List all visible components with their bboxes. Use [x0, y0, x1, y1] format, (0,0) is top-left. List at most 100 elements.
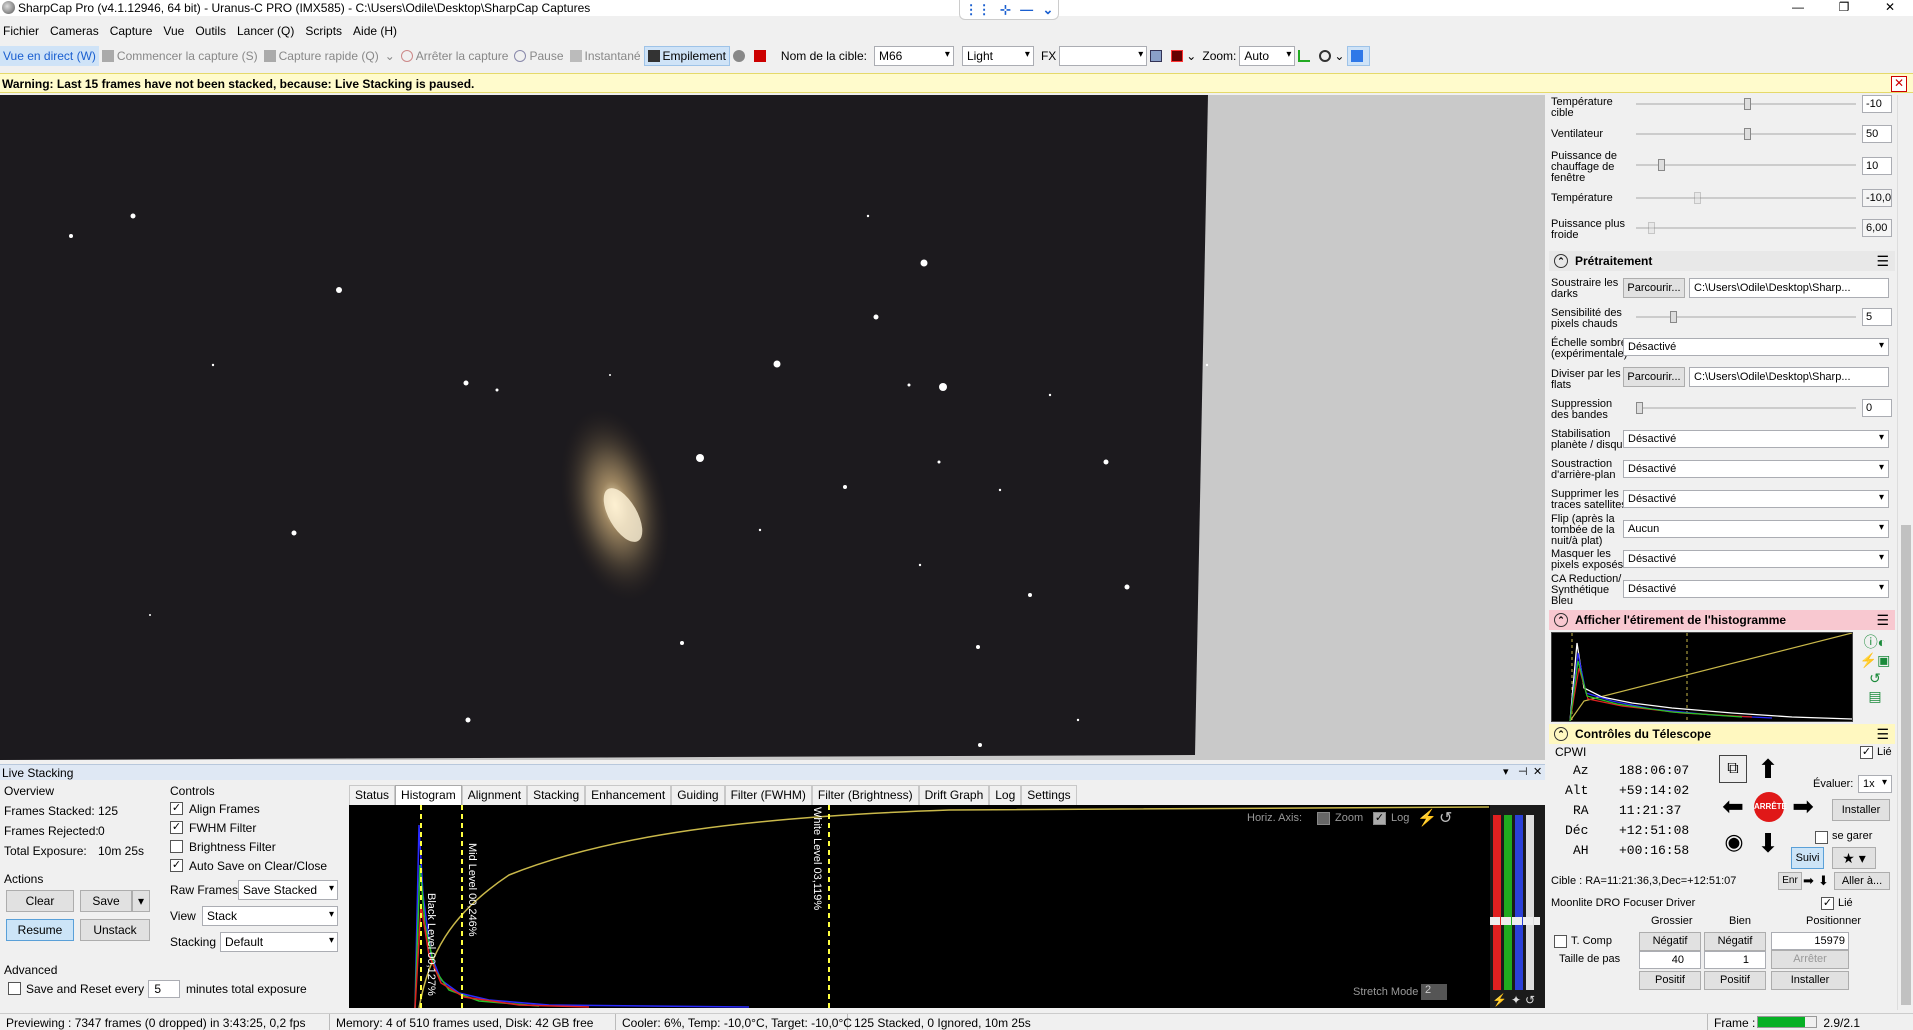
fine-step-input[interactable]: 1 — [1704, 951, 1766, 969]
resume-button[interactable]: Resume — [6, 919, 74, 941]
tracking-button[interactable]: Suivi — [1791, 847, 1824, 869]
stack-histogram[interactable]: Black Level 00,127% Mid Level 00,246% Wh… — [349, 805, 1511, 1008]
moon-button[interactable] — [730, 46, 751, 66]
arrow-right-icon[interactable]: ➡ — [1803, 873, 1814, 889]
auto-save-checkbox[interactable]: ✓ — [170, 859, 183, 872]
tab-log[interactable]: Log — [989, 785, 1022, 805]
scrollbar-thumb[interactable] — [1901, 525, 1911, 1005]
temperature-slider[interactable] — [1636, 192, 1856, 205]
menu-icon[interactable]: ☰ — [1876, 612, 1889, 629]
live-view-button[interactable]: Vue en direct (W) — [0, 46, 99, 66]
park-checkbox[interactable] — [1815, 831, 1828, 844]
coarse-step-input[interactable]: 40 — [1639, 951, 1701, 969]
stabilization-combo[interactable]: Désactivé — [1623, 430, 1889, 448]
hot-pixels-slider[interactable] — [1636, 311, 1856, 324]
darks-path[interactable]: C:\Users\Odile\Desktop\Sharp... — [1689, 278, 1889, 298]
fan-value[interactable]: 50 — [1862, 125, 1892, 143]
warning-close-button[interactable]: ✕ — [1891, 76, 1907, 92]
histogram-button[interactable] — [1295, 46, 1316, 66]
arrow-right-icon[interactable]: ➡ — [1789, 792, 1817, 820]
fwhm-filter-checkbox[interactable]: ✓ — [170, 821, 183, 834]
display-button[interactable] — [1147, 46, 1168, 66]
banding-value[interactable]: 0 — [1862, 399, 1892, 417]
histogram-tool-icons[interactable]: ⚡✦↺ — [1492, 993, 1539, 1007]
fine-positive-button[interactable]: Positif — [1704, 971, 1766, 990]
frame-type-combo[interactable]: Light — [961, 46, 1034, 66]
menu-icon[interactable]: ☰ — [1876, 726, 1889, 743]
menu-launch[interactable]: Lancer (Q) — [234, 24, 302, 38]
arrow-down-icon[interactable]: ⬇ — [1754, 829, 1782, 857]
mount-install-button[interactable]: Installer — [1832, 799, 1890, 821]
menu-icon[interactable]: ☰ — [1876, 253, 1889, 270]
arrow-up-icon[interactable]: ⬆ — [1754, 755, 1782, 783]
banding-slider[interactable] — [1636, 402, 1856, 415]
luminance-slider[interactable] — [1526, 815, 1534, 990]
close-icon[interactable]: ✕ — [1533, 765, 1542, 778]
close-button[interactable]: ✕ — [1867, 0, 1913, 16]
tab-histogram[interactable]: Histogram — [395, 785, 462, 805]
histogram-stretch-header[interactable]: ⌃ Afficher l'étirement de l'histogramme … — [1549, 610, 1895, 630]
chevron-down-icon[interactable]: ⌄ — [385, 49, 395, 63]
target-name-combo[interactable]: M66 — [873, 46, 954, 66]
coarse-negative-button[interactable]: Négatif — [1639, 932, 1701, 951]
maximize-button[interactable]: ❐ — [1821, 0, 1867, 16]
hot-pixels-value[interactable]: 5 — [1862, 308, 1892, 326]
histogram-stretch-tools[interactable]: ⓘ◐ ⚡▣ ↺ ▤ — [1857, 633, 1893, 721]
grid-icon[interactable]: ⋮⋮ — [965, 2, 991, 18]
raw-frames-combo[interactable]: Save Stacked — [238, 880, 338, 900]
tab-filter-fwhm[interactable]: Filter (FWHM) — [724, 785, 812, 805]
save-reset-input[interactable]: 5 — [148, 980, 180, 998]
stacking-combo[interactable]: Default — [220, 932, 338, 952]
pin-button[interactable] — [1347, 46, 1371, 66]
menu-file[interactable]: Fichier — [0, 24, 47, 38]
histogram-level-sliders[interactable]: ⚡✦↺ — [1490, 805, 1545, 1008]
tab-filter-brightness[interactable]: Filter (Brightness) — [811, 785, 919, 805]
collapse-icon[interactable]: ⌃ — [1554, 254, 1568, 268]
auto-stretch-icon[interactable]: ⚡ — [1417, 808, 1437, 828]
tab-status[interactable]: Status — [349, 785, 396, 805]
background-combo[interactable]: Désactivé — [1623, 460, 1889, 478]
right-panel-scrollbar[interactable] — [1897, 95, 1913, 1010]
brightness-filter-checkbox[interactable] — [170, 840, 183, 853]
tab-stacking[interactable]: Stacking — [527, 785, 586, 805]
pause-button[interactable]: Pause — [511, 46, 566, 66]
fullscreen-icon[interactable]: ⊹ — [1000, 2, 1011, 18]
minimize-icon[interactable]: — — [1020, 2, 1033, 17]
menu-view[interactable]: Vue — [160, 24, 192, 38]
record-button[interactable] — [751, 46, 772, 66]
fine-negative-button[interactable]: Négatif — [1704, 932, 1766, 951]
clear-button[interactable]: Clear — [6, 890, 74, 912]
mask-combo[interactable]: Désactivé — [1623, 550, 1889, 568]
focuser-position-input[interactable]: 15979 — [1771, 932, 1849, 950]
mount-linked-checkbox[interactable]: ✓ — [1860, 746, 1873, 759]
stop-mount-button[interactable]: ARRÊTE — [1754, 792, 1787, 822]
display-histogram[interactable] — [1551, 632, 1853, 722]
reticle-button[interactable]: ⌄ — [1168, 46, 1199, 66]
arrow-left-icon[interactable]: ⬅ — [1719, 792, 1747, 820]
menu-cameras[interactable]: Cameras — [47, 24, 107, 38]
stretch-mode-input[interactable]: 2 — [1421, 984, 1447, 1000]
tab-settings[interactable]: Settings — [1021, 785, 1077, 805]
align-frames-checkbox[interactable]: ✓ — [170, 802, 183, 815]
save-dropdown-button[interactable]: ▾ — [132, 890, 150, 912]
chevron-down-icon[interactable]: ⌄ — [1186, 49, 1196, 63]
preprocessing-header[interactable]: ⌃ Prétraitement ☰ — [1549, 251, 1895, 271]
save-reset-checkbox[interactable] — [8, 982, 21, 995]
log-checkbox[interactable]: ✓ — [1373, 812, 1386, 825]
flats-path[interactable]: C:\Users\Odile\Desktop\Sharp... — [1689, 367, 1889, 387]
menu-tools[interactable]: Outils — [192, 24, 234, 38]
ca-combo[interactable]: Désactivé — [1623, 580, 1889, 598]
menu-capture[interactable]: Capture — [107, 24, 161, 38]
rate-combo[interactable]: 1x — [1858, 775, 1892, 793]
focuser-linked-checkbox[interactable]: ✓ — [1821, 897, 1834, 910]
heater-value[interactable]: 10 — [1862, 157, 1892, 175]
target-temp-slider[interactable] — [1636, 98, 1856, 111]
arrow-down-icon[interactable]: ⬇ — [1818, 873, 1829, 889]
focuser-install-button[interactable]: Installer — [1771, 971, 1849, 990]
menu-scripts[interactable]: Scripts — [302, 24, 350, 38]
save-target-button[interactable]: Enr — [1778, 872, 1802, 890]
save-button[interactable]: Save — [80, 890, 132, 912]
zoom-combo[interactable]: Auto — [1239, 46, 1296, 66]
flats-browse-button[interactable]: Parcourir... — [1623, 367, 1685, 387]
image-viewer[interactable] — [0, 95, 1545, 760]
